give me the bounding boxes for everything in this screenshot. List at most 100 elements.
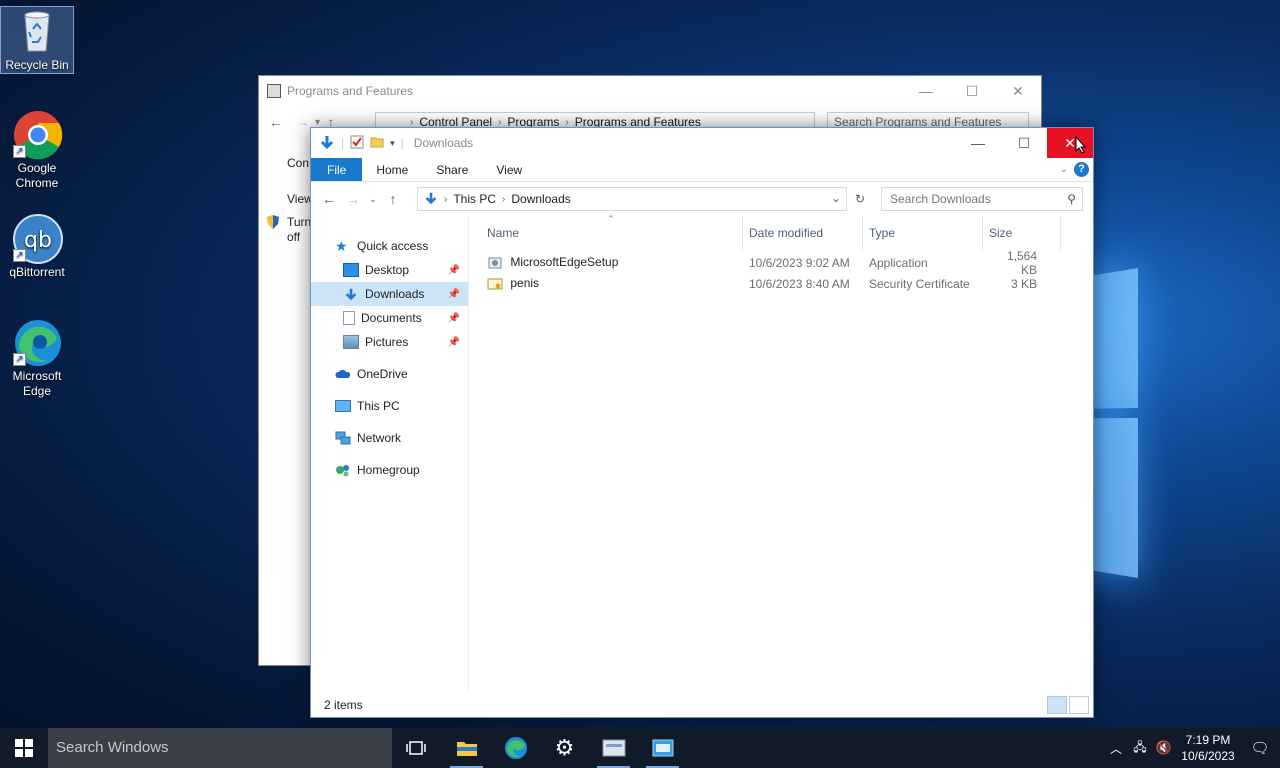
file-size: 1,564 KB [1006, 248, 1037, 277]
quick-access-toolbar: | ▾ | [311, 134, 404, 153]
tab-home[interactable]: Home [362, 158, 422, 181]
volume-muted-icon[interactable]: 🔇 [1152, 740, 1176, 756]
column-size[interactable]: Size [983, 216, 1061, 250]
back-button[interactable]: ← [317, 191, 341, 207]
item-count: 2 items [324, 698, 363, 712]
taskbar-search-input[interactable]: Search Windows [48, 728, 392, 768]
clock-time: 7:19 PM [1185, 733, 1231, 747]
address-bar-row: ← → ⌄ ↑ › This PC › Downloads ⌄ ↻ Search… [311, 182, 1093, 216]
taskbar-file-explorer[interactable] [442, 728, 491, 768]
search-icon: ⚲ [1067, 192, 1076, 206]
file-date: 10/6/2023 8:40 AM [749, 276, 850, 291]
ribbon-tabs: File Home Share View ⌄ ? [311, 158, 1093, 182]
file-row[interactable]: MicrosoftEdgeSetup 10/6/2023 9:02 AM App… [469, 249, 1093, 277]
taskbar-edge[interactable] [491, 728, 540, 768]
side-link[interactable]: Turn [287, 215, 311, 229]
task-view-button[interactable] [391, 728, 440, 768]
certificate-icon [487, 276, 503, 292]
details-view-button[interactable] [1047, 696, 1067, 714]
new-folder-icon[interactable] [370, 135, 384, 152]
tab-share[interactable]: Share [422, 158, 482, 181]
recent-dropdown[interactable]: ▾ [315, 117, 320, 128]
window-title: Programs and Features [287, 84, 414, 98]
star-icon: ★ [335, 238, 348, 254]
nav-homegroup[interactable]: Homegroup [311, 458, 468, 482]
taskbar-control-panel[interactable] [589, 728, 638, 768]
file-row[interactable]: penis 10/6/2023 8:40 AM Security Certifi… [469, 273, 1093, 294]
window-title: Downloads [413, 136, 474, 150]
window-titlebar[interactable]: | ▾ | Downloads — ☐ ✕ [311, 128, 1093, 158]
desktop-icon [343, 263, 359, 277]
properties-icon[interactable] [350, 135, 364, 152]
folder-icon [456, 742, 477, 756]
svg-text:qb: qb [24, 228, 52, 253]
action-center-icon[interactable]: 🗨 [1240, 739, 1280, 757]
desktop-icon-chrome[interactable]: ↗ Google Chrome [0, 110, 74, 191]
edge-icon [504, 736, 527, 760]
column-name[interactable]: Name [469, 216, 743, 250]
nav-downloads[interactable]: Downloads 📌 [311, 282, 468, 306]
crumb-this-pc[interactable]: This PC [453, 192, 496, 206]
desktop-icon-recycle-bin[interactable]: Recycle Bin [0, 6, 74, 74]
refresh-button[interactable]: ↻ [849, 187, 871, 211]
column-headers: ⌃ Name Date modified Type Size [469, 214, 1093, 250]
address-bar[interactable]: › This PC › Downloads ⌄ [417, 187, 847, 211]
crumb-downloads[interactable]: Downloads [511, 192, 570, 206]
desktop-icon-edge[interactable]: ↗ Microsoft Edge [0, 318, 74, 399]
side-link[interactable]: off [287, 230, 300, 244]
file-list: ⌃ Name Date modified Type Size Microsoft… [469, 214, 1093, 693]
start-button[interactable] [0, 728, 48, 768]
network-icon [335, 431, 351, 445]
downloads-arrow-icon [319, 134, 335, 153]
show-hidden-icons-button[interactable]: ︿ [1104, 740, 1128, 757]
nav-documents[interactable]: Documents 📌 [311, 306, 468, 330]
large-icons-view-button[interactable] [1069, 696, 1089, 714]
qbittorrent-label: qBittorrent [9, 265, 65, 279]
sort-ascending-icon: ⌃ [607, 214, 615, 224]
side-link[interactable]: View [287, 192, 313, 206]
tab-view[interactable]: View [482, 158, 536, 181]
computer-icon [335, 400, 351, 412]
side-link[interactable]: Con [287, 156, 309, 170]
shortcut-arrow-icon: ↗ [13, 145, 26, 158]
forward-button[interactable]: → [297, 115, 309, 129]
file-type: Application [869, 255, 928, 270]
forward-button[interactable]: → [341, 191, 365, 207]
maximize-button[interactable]: ☐ [1001, 128, 1047, 158]
qbittorrent-icon: qb ↗ [13, 214, 63, 264]
nav-desktop[interactable]: Desktop 📌 [311, 258, 468, 282]
taskbar-settings[interactable]: ⚙ [540, 728, 589, 768]
minimize-button[interactable]: — [955, 128, 1001, 158]
minimize-button[interactable]: — [903, 76, 949, 106]
maximize-button[interactable]: ☐ [949, 76, 995, 106]
clock[interactable]: 7:19 PM 10/6/2023 [1176, 732, 1240, 764]
desktop-icon-qbittorrent[interactable]: qb ↗ qBittorrent [0, 214, 74, 280]
expand-ribbon-icon[interactable]: ⌄ [1060, 164, 1068, 175]
nav-network[interactable]: Network [311, 426, 468, 450]
help-icon[interactable]: ? [1074, 162, 1089, 177]
column-date-modified[interactable]: Date modified [743, 216, 863, 250]
network-icon[interactable]: 🖧 [1128, 738, 1152, 759]
back-button[interactable]: ← [269, 114, 283, 130]
nav-quick-access[interactable]: ★ Quick access [311, 234, 468, 258]
window-titlebar[interactable]: Programs and Features — ☐ ✕ [259, 76, 1041, 106]
column-type[interactable]: Type [863, 216, 983, 250]
pictures-icon [343, 335, 359, 349]
customize-qat-dropdown[interactable]: ▾ [390, 138, 395, 149]
system-tray: ︿ 🖧 🔇 7:19 PM 10/6/2023 🗨 [1104, 728, 1280, 768]
search-input[interactable]: Search Downloads ⚲ [881, 187, 1083, 211]
shortcut-arrow-icon: ↗ [13, 249, 26, 262]
clock-date: 10/6/2023 [1181, 749, 1235, 763]
address-dropdown[interactable]: ⌄ [828, 191, 844, 205]
nav-onedrive[interactable]: OneDrive [311, 362, 468, 386]
recent-locations-dropdown[interactable]: ⌄ [365, 194, 381, 205]
nav-pictures[interactable]: Pictures 📌 [311, 330, 468, 354]
file-date: 10/6/2023 9:02 AM [749, 255, 850, 270]
file-explorer-window[interactable]: | ▾ | Downloads — ☐ ✕ File Home Share Vi… [310, 127, 1094, 718]
taskbar-app[interactable] [638, 728, 687, 768]
tab-file[interactable]: File [311, 158, 363, 181]
navigation-pane: ★ Quick access Desktop 📌 Downloads 📌 Doc… [311, 216, 469, 693]
up-button[interactable]: ↑ [381, 191, 405, 207]
nav-this-pc[interactable]: This PC [311, 394, 468, 418]
close-button[interactable]: ✕ [995, 76, 1041, 106]
